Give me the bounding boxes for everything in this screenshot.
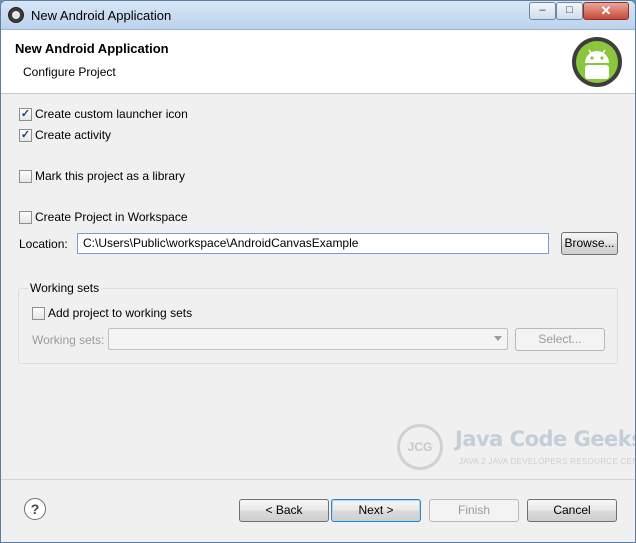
add-to-working-sets-label: Add project to working sets xyxy=(48,306,193,320)
cancel-button[interactable]: Cancel xyxy=(527,499,617,522)
browse-button[interactable]: Browse... xyxy=(561,232,618,255)
close-button[interactable]: ✕ xyxy=(583,2,629,20)
checkbox-unchecked-icon[interactable] xyxy=(32,307,45,320)
help-icon[interactable]: ? xyxy=(24,498,46,520)
footer-divider xyxy=(1,479,635,480)
chevron-down-icon[interactable] xyxy=(494,336,502,341)
watermark-logo: JCG Java Code Geeks JAVA 2 JAVA DEVELOPE… xyxy=(393,419,635,479)
option-label: Mark this project as a library xyxy=(35,169,186,183)
location-input[interactable]: C:\Users\Public\workspace\AndroidCanvasE… xyxy=(77,233,549,254)
working-sets-group xyxy=(18,288,618,364)
working-sets-group-title: Working sets xyxy=(28,281,102,295)
checkbox-unchecked-icon[interactable] xyxy=(19,211,32,224)
page-subtitle: Configure Project xyxy=(23,65,116,79)
location-label: Location: xyxy=(19,237,68,251)
watermark-name: Java Code Geeks xyxy=(455,427,636,451)
option-label: Create Project in Workspace xyxy=(35,210,188,224)
page-title: New Android Application xyxy=(15,41,169,56)
select-working-sets-button[interactable]: Select... xyxy=(515,328,605,351)
finish-button[interactable]: Finish xyxy=(429,499,519,522)
watermark-tagline: JAVA 2 JAVA DEVELOPERS RESOURCE CENTER xyxy=(459,457,636,466)
working-sets-label: Working sets: xyxy=(32,333,105,347)
wizard-header: New Android Application Configure Projec… xyxy=(1,30,635,94)
eclipse-icon xyxy=(8,7,24,23)
dialog-window: New Android Application – □ ✕ New Androi… xyxy=(0,0,636,543)
maximize-button[interactable]: □ xyxy=(556,2,583,20)
checkbox-checked-icon[interactable]: ✓ xyxy=(19,108,32,121)
title-bar: New Android Application – □ ✕ xyxy=(1,1,635,30)
option-label: Create activity xyxy=(35,128,112,142)
next-button[interactable]: Next > xyxy=(331,499,421,522)
checkbox-unchecked-icon[interactable] xyxy=(19,170,32,183)
back-button[interactable]: < Back xyxy=(239,499,329,522)
working-sets-combo[interactable] xyxy=(108,328,508,350)
wizard-content: ✓ Create custom launcher icon ✓ Create a… xyxy=(1,94,635,472)
window-title: New Android Application xyxy=(31,8,172,23)
option-label: Create custom launcher icon xyxy=(35,107,188,121)
jcg-badge: JCG xyxy=(397,424,443,470)
minimize-button[interactable]: – xyxy=(529,2,556,20)
android-logo-icon xyxy=(572,37,622,87)
checkbox-checked-icon[interactable]: ✓ xyxy=(19,129,32,142)
